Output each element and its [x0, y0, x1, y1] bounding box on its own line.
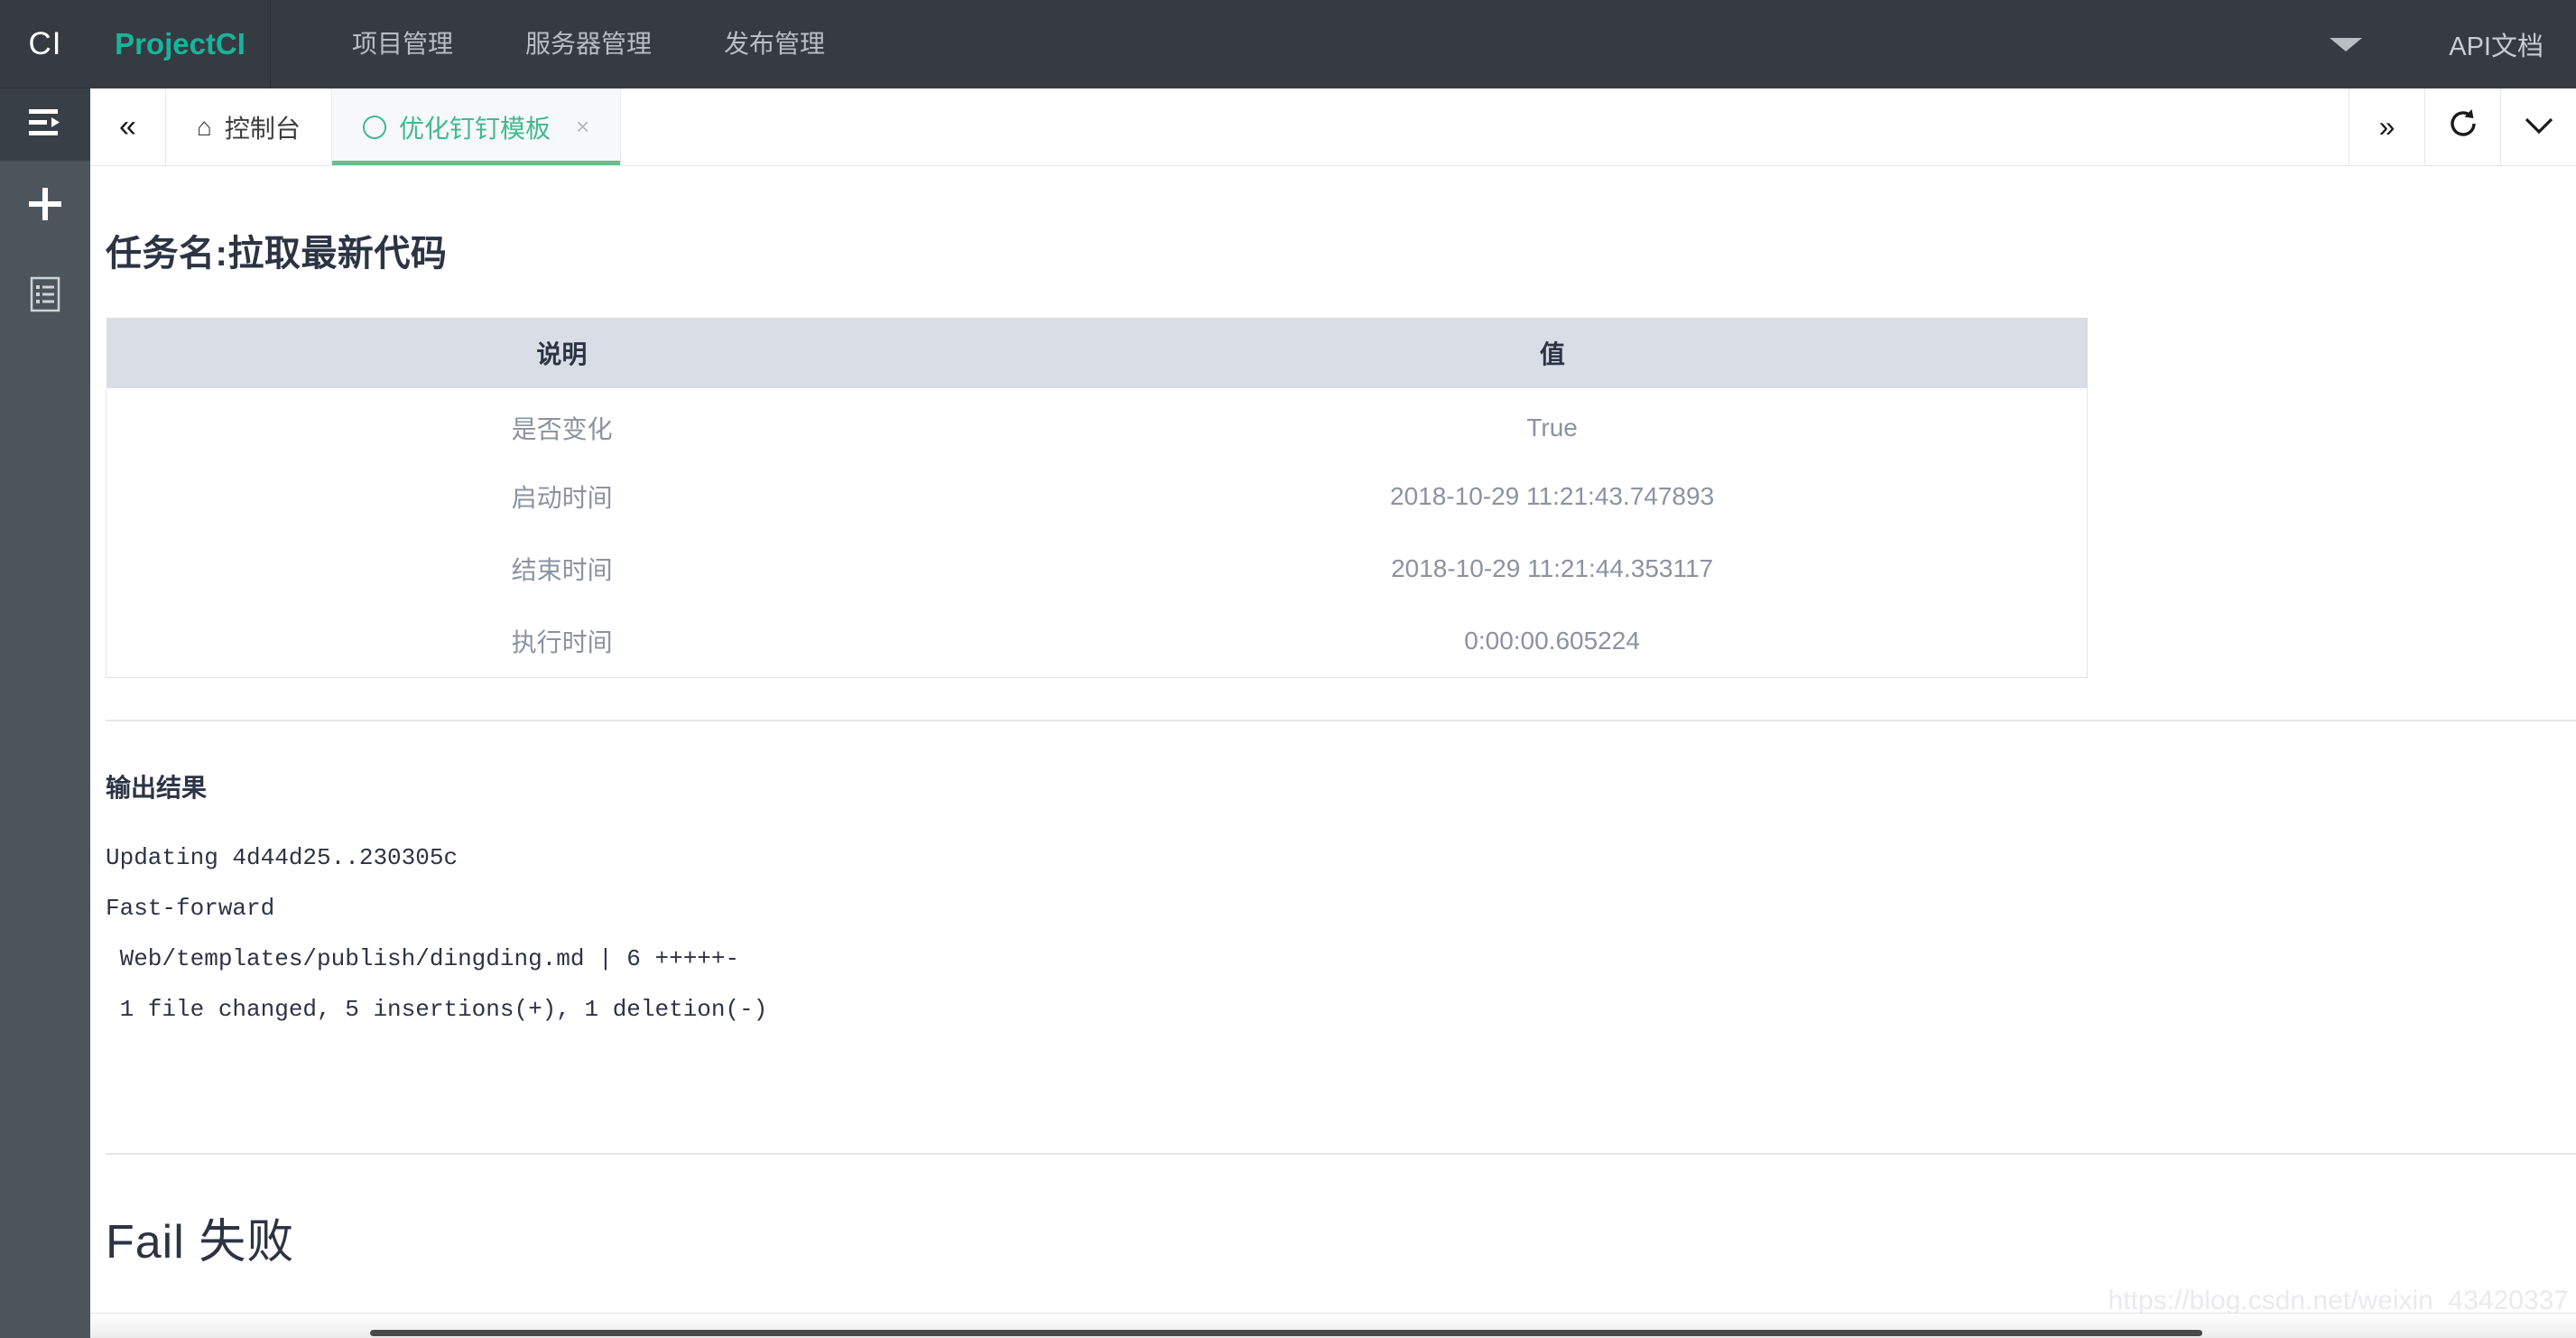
left-sidebar: CI	[0, 0, 90, 1338]
fail-heading: Fail 失败	[106, 1215, 295, 1268]
top-nav-items: 项目管理 服务器管理 发布管理	[271, 0, 861, 88]
close-icon[interactable]: ×	[576, 113, 589, 141]
top-nav-right: API文档	[2330, 0, 2576, 88]
nav-item-project-management[interactable]: 项目管理	[316, 0, 489, 88]
nav-item-release-management[interactable]: 发布管理	[688, 0, 861, 88]
app-logo[interactable]: CI	[0, 0, 90, 88]
table-cell-value: 2018-10-29 11:21:44.353117	[1017, 533, 2088, 605]
table-header-value: 值	[1017, 318, 2088, 388]
task-info-table: 说明 值 是否变化 True 启动时间 2018-10-29 11:21:43.…	[106, 318, 2088, 678]
output-log: Updating 4d44d25..230305c Fast-forward W…	[106, 844, 2576, 1046]
refresh-button[interactable]	[2424, 88, 2500, 165]
sidebar-item-documents[interactable]	[0, 251, 90, 341]
table-row: 执行时间 0:00:00.605224	[106, 605, 2088, 677]
tab-console-label: 控制台	[224, 114, 301, 143]
page-title: 任务名:拉取最新代码	[106, 234, 448, 274]
task-info-table-wrapper: 说明 值 是否变化 True 启动时间 2018-10-29 11:21:43.…	[106, 318, 2088, 678]
table-cell-description: 结束时间	[106, 533, 1018, 605]
tab-bar: « ⌂ 控制台 优化钉钉模板 × »	[90, 88, 2576, 166]
app-logo-text: CI	[28, 25, 62, 61]
table-cell-description: 启动时间	[106, 460, 1018, 533]
main-content: 任务名:拉取最新代码 说明 值 是否变化 True 启动时间 2018-10-2…	[90, 166, 2576, 1313]
indent-menu-icon	[27, 107, 63, 143]
output-line: 1 file changed, 5 insertions(+), 1 delet…	[106, 995, 768, 1023]
output-line: Fast-forward	[106, 894, 275, 922]
scroll-right-button[interactable]: »	[2349, 88, 2424, 165]
table-cell-description: 是否变化	[106, 388, 1018, 460]
chevron-down-icon	[2523, 110, 2555, 144]
horizontal-scrollbar-thumb[interactable]	[370, 1330, 2202, 1336]
brand-label: ProjectCI	[115, 27, 246, 60]
refresh-icon	[2447, 107, 2479, 147]
scroll-left-button[interactable]: «	[90, 88, 166, 165]
chevron-down-icon[interactable]	[2330, 37, 2363, 51]
api-doc-link[interactable]: API文档	[2449, 25, 2544, 63]
sidebar-item-indent-menu[interactable]	[0, 88, 90, 161]
double-chevron-left-icon: «	[119, 109, 136, 144]
table-head: 说明 值	[106, 318, 2088, 388]
divider-after-table	[106, 719, 2576, 721]
table-cell-value: True	[1017, 388, 2088, 460]
table-cell-value: 2018-10-29 11:21:43.747893	[1017, 460, 2088, 533]
sidebar-bottom-cap	[0, 1313, 90, 1338]
tab-options-button[interactable]	[2500, 88, 2576, 165]
divider-before-fail	[106, 1152, 2576, 1155]
circle-icon	[362, 115, 386, 139]
tab-console[interactable]: ⌂ 控制台	[166, 88, 332, 165]
nav-item-server-management[interactable]: 服务器管理	[489, 0, 688, 88]
horizontal-scrollbar-track[interactable]	[90, 1313, 2576, 1338]
sidebar-item-add[interactable]	[0, 161, 90, 251]
output-line: Updating 4d44d25..230305c	[106, 843, 459, 871]
app-root: CI ProjectCI 项目管理 服务器管理 发布管理 API文档 « ⌂ 控…	[0, 0, 2576, 1338]
tab-bar-controls: »	[2349, 88, 2576, 165]
tab-optimize-dingtalk-template-label: 优化钉钉模板	[398, 114, 551, 143]
table-cell-value: 0:00:00.605224	[1017, 605, 2088, 677]
double-chevron-right-icon: »	[2378, 110, 2395, 143]
document-list-icon	[30, 276, 60, 317]
table-cell-description: 执行时间	[106, 605, 1018, 677]
tab-optimize-dingtalk-template[interactable]: 优化钉钉模板 ×	[331, 88, 622, 165]
brand-link[interactable]: ProjectCI	[90, 0, 271, 88]
home-icon: ⌂	[197, 112, 212, 141]
table-row: 是否变化 True	[106, 388, 2088, 460]
table-row: 启动时间 2018-10-29 11:21:43.747893	[106, 460, 2088, 533]
table-header-row: 说明 值	[106, 318, 2088, 388]
output-section-title: 输出结果	[106, 773, 208, 802]
table-header-description: 说明	[106, 318, 1018, 388]
table-body: 是否变化 True 启动时间 2018-10-29 11:21:43.74789…	[106, 388, 2088, 677]
table-row: 结束时间 2018-10-29 11:21:44.353117	[106, 533, 2088, 605]
output-line: Web/templates/publish/dingding.md | 6 ++…	[106, 944, 740, 972]
top-navigation-bar: ProjectCI 项目管理 服务器管理 发布管理 API文档	[90, 0, 2576, 88]
plus-icon	[26, 185, 64, 228]
